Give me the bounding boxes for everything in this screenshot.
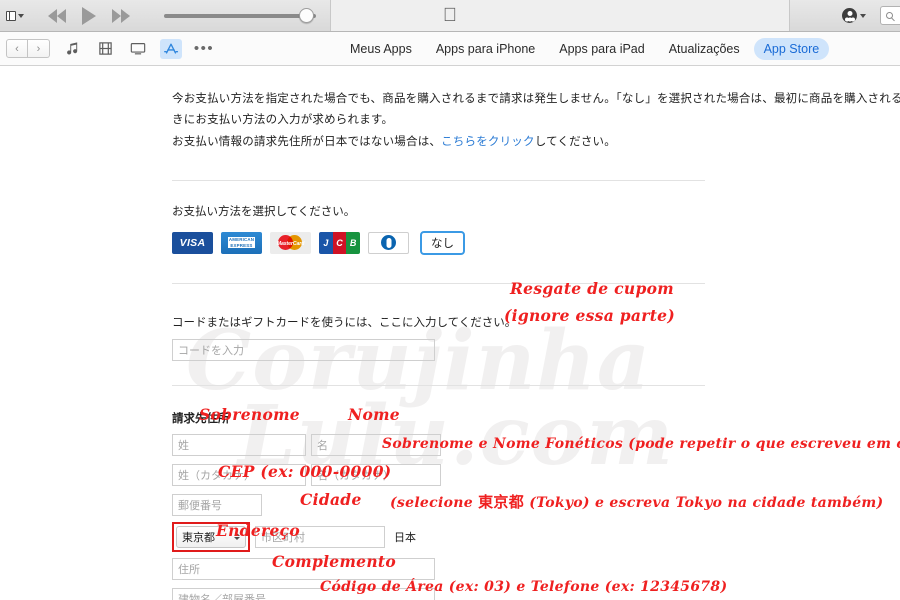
navigation-bar: ‹ › ••• Meus Apps Apps para iPhone Apps … — [0, 32, 900, 66]
last-name-kana-placeholder: 姓（カタカナ） — [178, 468, 255, 482]
city-input[interactable]: 市区町村 — [255, 525, 385, 548]
name-row: 姓 名 — [172, 433, 900, 456]
tab-atualizacoes[interactable]: Atualizações — [659, 38, 750, 60]
kana-name-row: 姓（カタカナ） 名（カタカナ） — [172, 463, 900, 486]
building-placeholder: 建物名／部屋番号 — [178, 592, 266, 600]
amex-card-option[interactable]: AMERICAN EXPRESS — [221, 231, 262, 254]
billing-country-link[interactable]: こちらをクリック — [441, 134, 535, 148]
address-placeholder: 住所 — [178, 562, 200, 576]
transport-controls — [48, 6, 130, 25]
last-name-kana-input[interactable]: 姓（カタカナ） — [172, 463, 306, 486]
last-name-placeholder: 姓 — [178, 438, 189, 452]
divider-top — [172, 179, 705, 181]
city-placeholder: 市区町村 — [261, 530, 305, 544]
address-row: 住所 — [172, 557, 900, 580]
search-icon — [886, 12, 893, 19]
search-input[interactable] — [880, 6, 900, 25]
itunes-toolbar:  — [0, 0, 900, 32]
film-icon[interactable] — [94, 39, 116, 59]
history-arrows: ‹ › — [6, 39, 50, 58]
lcd-display-panel — [330, 0, 790, 31]
diners-card-option[interactable] — [368, 231, 409, 254]
zip-placeholder: 郵便番号 — [178, 498, 222, 512]
first-name-kana-input[interactable]: 名（カタカナ） — [311, 463, 441, 486]
window-list-toggle-icon[interactable] — [0, 10, 30, 21]
more-icon[interactable]: ••• — [193, 39, 215, 59]
play-icon[interactable] — [82, 6, 96, 25]
tab-app-store[interactable]: App Store — [753, 37, 830, 60]
prefecture-value: 東京都 — [182, 530, 215, 544]
visa-card-option[interactable]: VISA — [172, 231, 213, 254]
fast-forward-icon[interactable] — [112, 8, 130, 23]
billing-address-title: 請求先住所 — [172, 410, 230, 425]
volume-slider-knob[interactable] — [299, 8, 314, 23]
music-note-icon[interactable] — [61, 39, 83, 59]
back-button[interactable]: ‹ — [6, 39, 28, 58]
tv-icon[interactable] — [127, 39, 149, 59]
first-name-placeholder: 名 — [317, 438, 328, 452]
stepper-icon — [234, 533, 240, 541]
prefecture-select[interactable]: 東京都 — [176, 525, 246, 548]
payment-card-options: VISA AMERICAN EXPRESS MasterCard JCB なし — [172, 230, 900, 255]
country-label: 日本 — [394, 530, 416, 544]
intro-text-post: してください。 — [534, 133, 616, 148]
first-name-kana-placeholder: 名（カタカナ） — [317, 468, 394, 482]
tab-apps-iphone[interactable]: Apps para iPhone — [426, 38, 545, 60]
chevron-down-icon — [18, 13, 24, 18]
zip-row: 郵便番号 — [172, 493, 900, 516]
divider-after-coupon — [172, 384, 705, 386]
toolbar-right-group — [842, 0, 900, 31]
page-content: 今お支払い方法を指定された場合でも、商品を購入されるまで請求は発生しません。「な… — [0, 66, 900, 600]
nav-icon-group: ‹ › ••• — [0, 38, 215, 59]
building-input[interactable]: 建物名／部屋番号 — [172, 587, 435, 600]
toolbar-left-group — [0, 0, 316, 31]
store-tab-bar: Meus Apps Apps para iPhone Apps para iPa… — [340, 37, 830, 60]
app-store-icon[interactable] — [160, 38, 182, 59]
coupon-placeholder: コードを入力 — [178, 343, 244, 357]
zip-input[interactable]: 郵便番号 — [172, 493, 262, 516]
tab-meus-apps[interactable]: Meus Apps — [340, 38, 422, 60]
building-row: 建物名／部屋番号 — [172, 587, 900, 600]
coupon-label: コードまたはギフトカードを使うには、ここに入力してください。 — [172, 314, 517, 329]
page-body: Corujinha Lulu.com 今お支払い方法を指定された場合でも、商品を… — [0, 66, 900, 600]
payment-method-label: お支払い方法を選択してください。 — [172, 203, 356, 218]
address-input[interactable]: 住所 — [172, 557, 435, 580]
payment-intro-text: 今お支払い方法を指定された場合でも、商品を購入されるまで請求は発生しません。「な… — [172, 66, 900, 152]
intro-text-pre: お支払い情報の請求先住所が日本ではない場合は、 — [172, 133, 442, 148]
chevron-down-icon — [860, 13, 866, 18]
intro-paragraph-1: 今お支払い方法を指定された場合でも、商品を購入されるまで請求は発生しません。「な… — [172, 91, 900, 127]
prefecture-highlight-box: 東京都 — [172, 521, 250, 552]
divider-after-payment — [172, 282, 705, 284]
rewind-icon[interactable] — [48, 8, 66, 23]
coupon-input[interactable]: コードを入力 — [172, 338, 435, 361]
last-name-input[interactable]: 姓 — [172, 433, 306, 456]
account-menu-button[interactable] — [842, 8, 866, 23]
first-name-input[interactable]: 名 — [311, 433, 441, 456]
forward-button[interactable]: › — [28, 39, 50, 58]
prefecture-city-row: 東京都 市区町村 日本 — [172, 521, 900, 552]
jcb-card-option[interactable]: JCB — [319, 231, 360, 254]
volume-slider[interactable] — [164, 7, 316, 25]
account-avatar-icon — [842, 8, 857, 23]
mastercard-card-option[interactable]: MasterCard — [270, 231, 311, 254]
tab-apps-ipad[interactable]: Apps para iPad — [549, 38, 654, 60]
intro-paragraph-2: お支払い情報の請求先住所が日本ではない場合は、こちらをクリックしてください。 — [172, 131, 900, 152]
none-payment-button[interactable]: なし — [420, 230, 465, 255]
